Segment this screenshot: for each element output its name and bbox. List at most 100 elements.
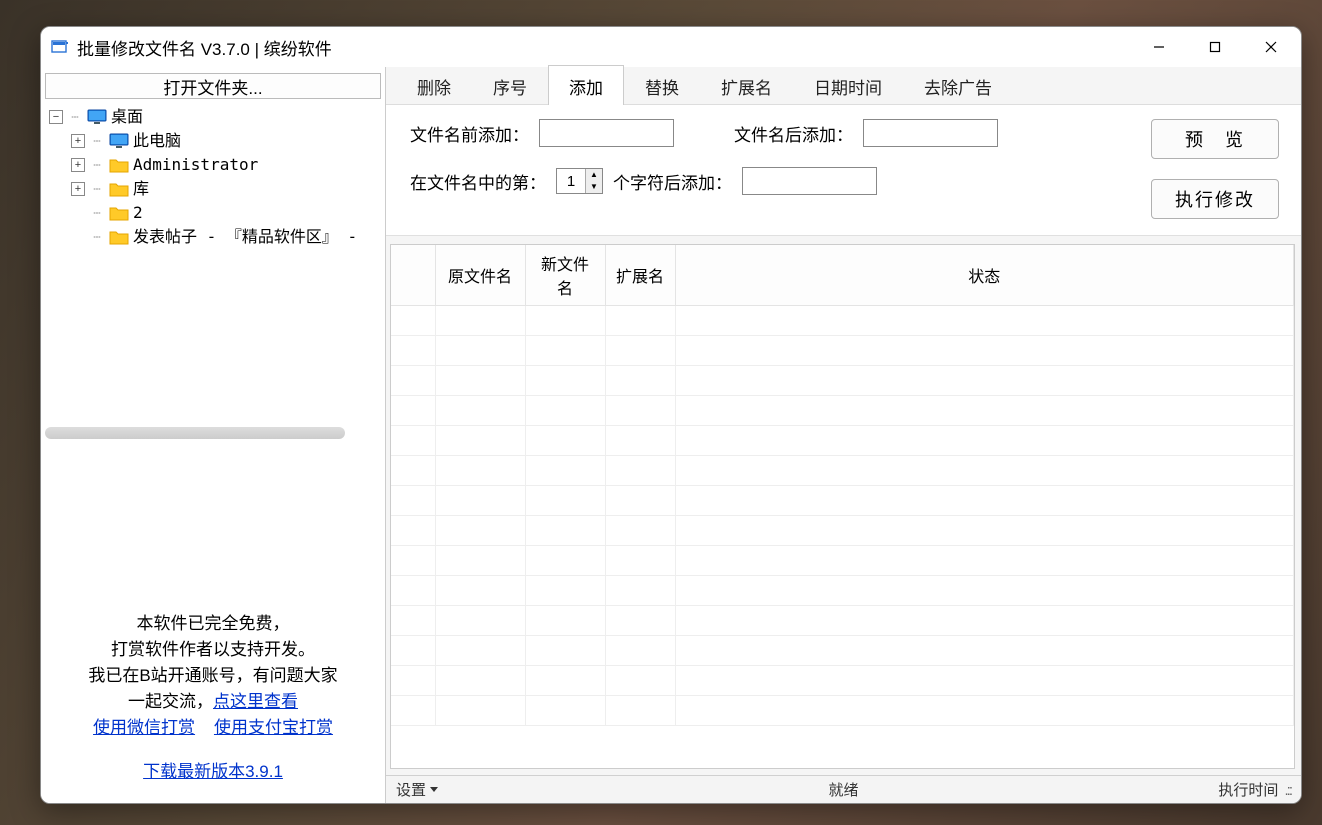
- tree-item-5[interactable]: ┄ 发表帖子 - 『精品软件区』 -: [43, 225, 383, 249]
- tree-item-label: 此电脑: [133, 129, 181, 153]
- preview-button[interactable]: 预 览: [1151, 119, 1279, 159]
- tab-date[interactable]: 日期时间: [793, 65, 903, 105]
- tab-bar: 删除序号添加替换扩展名日期时间去除广告: [386, 67, 1301, 105]
- col-header-1[interactable]: 原文件名: [435, 245, 525, 306]
- close-button[interactable]: [1243, 29, 1299, 65]
- tree-expand-icon[interactable]: +: [71, 182, 85, 196]
- file-grid[interactable]: 原文件名新文件名扩展名状态: [390, 244, 1295, 769]
- table-header-row: 原文件名新文件名扩展名状态: [391, 245, 1294, 306]
- status-bar: 设置 就绪 执行时间 .::: [386, 775, 1301, 803]
- col-header-0[interactable]: [391, 245, 435, 306]
- tree-item-label: Administrator: [133, 153, 258, 177]
- folder-icon: [109, 204, 129, 222]
- table-row[interactable]: [391, 336, 1294, 366]
- link-donate-wechat[interactable]: 使用微信打赏: [93, 718, 195, 737]
- tree-connector-icon: ┄: [65, 105, 85, 129]
- tree-item-label: 发表帖子 - 『精品软件区』 -: [133, 225, 357, 249]
- maximize-button[interactable]: [1187, 29, 1243, 65]
- table-row[interactable]: [391, 696, 1294, 726]
- monitor-icon: [109, 132, 129, 150]
- insert-pos-label: 在文件名中的第：: [410, 169, 546, 194]
- tree-item-2[interactable]: +┄ Administrator: [43, 153, 383, 177]
- tree-item-0[interactable]: −┄ 桌面: [43, 105, 383, 129]
- promo-line2: 打赏软件作者以支持开发。: [45, 637, 381, 663]
- folder-icon: [109, 180, 129, 198]
- app-window: 批量修改文件名 V3.7.0 | 缤纷软件 打开文件夹... −┄桌面+┄此电脑…: [40, 26, 1302, 804]
- tree-expand-icon[interactable]: +: [71, 134, 85, 148]
- horizontal-scrollbar[interactable]: [45, 427, 345, 439]
- tree-item-label: 2: [133, 201, 143, 225]
- prefix-label: 文件名前添加：: [410, 121, 529, 146]
- window-title: 批量修改文件名 V3.7.0 | 缤纷软件: [77, 35, 332, 60]
- add-tab-panel: 文件名前添加： 文件名后添加： 在文件名中的第： ▲ ▼: [386, 105, 1301, 236]
- settings-label: 设置: [396, 779, 426, 800]
- insert-position-input[interactable]: [557, 169, 585, 193]
- exec-time-label: 执行时间 .::: [1218, 779, 1291, 800]
- tree-connector-icon: ┄: [87, 201, 107, 225]
- table-row[interactable]: [391, 636, 1294, 666]
- tree-connector-icon: ┄: [87, 129, 107, 153]
- tab-ads[interactable]: 去除广告: [903, 65, 1013, 105]
- minimize-button[interactable]: [1131, 29, 1187, 65]
- window-controls: [1131, 29, 1299, 65]
- suffix-input[interactable]: [863, 119, 998, 147]
- monitor-icon: [87, 108, 107, 126]
- settings-menu[interactable]: 设置: [396, 779, 438, 800]
- spin-down-icon[interactable]: ▼: [586, 181, 602, 193]
- table-row[interactable]: [391, 606, 1294, 636]
- tree-item-1[interactable]: +┄ 此电脑: [43, 129, 383, 153]
- tree-connector-icon: ┄: [87, 225, 107, 249]
- table-row[interactable]: [391, 456, 1294, 486]
- table-row[interactable]: [391, 366, 1294, 396]
- tree-item-label: 库: [133, 177, 149, 201]
- insert-after-label: 个字符后添加：: [613, 169, 732, 194]
- promo-line1: 本软件已完全免费，: [45, 611, 381, 637]
- link-donate-alipay[interactable]: 使用支付宝打赏: [214, 718, 333, 737]
- insert-text-input[interactable]: [742, 167, 877, 195]
- promo-line3b: 一起交流，: [128, 692, 213, 711]
- right-panel: 删除序号添加替换扩展名日期时间去除广告 文件名前添加： 文件名后添加： 在文件名…: [386, 67, 1301, 803]
- app-icon: [51, 39, 69, 55]
- table-row[interactable]: [391, 516, 1294, 546]
- tree-connector-icon: ┄: [87, 177, 107, 201]
- link-view-bilibili[interactable]: 点这里查看: [213, 692, 298, 711]
- table-row[interactable]: [391, 486, 1294, 516]
- open-folder-button[interactable]: 打开文件夹...: [45, 73, 381, 99]
- promo-line3a: 我已在B站开通账号，有问题大家: [88, 666, 337, 685]
- tree-collapse-icon[interactable]: −: [49, 110, 63, 124]
- tab-delete[interactable]: 删除: [396, 65, 472, 105]
- folder-icon: [109, 156, 129, 174]
- col-header-2[interactable]: 新文件名: [525, 245, 605, 306]
- tab-ext[interactable]: 扩展名: [700, 65, 793, 105]
- tree-item-3[interactable]: +┄ 库: [43, 177, 383, 201]
- folder-tree[interactable]: −┄桌面+┄此电脑+┄Administrator+┄库┄2┄发表帖子 - 『精品…: [41, 103, 385, 423]
- tree-item-label: 桌面: [111, 105, 143, 129]
- table-row[interactable]: [391, 546, 1294, 576]
- tree-expand-icon[interactable]: +: [71, 158, 85, 172]
- file-table: 原文件名新文件名扩展名状态: [391, 245, 1294, 726]
- folder-icon: [109, 228, 129, 246]
- left-panel: 打开文件夹... −┄桌面+┄此电脑+┄Administrator+┄库┄2┄发…: [41, 67, 386, 803]
- tree-connector-icon: ┄: [87, 153, 107, 177]
- tab-number[interactable]: 序号: [472, 65, 548, 105]
- titlebar: 批量修改文件名 V3.7.0 | 缤纷软件: [41, 27, 1301, 67]
- suffix-label: 文件名后添加：: [734, 121, 853, 146]
- status-ready: 就绪: [828, 779, 858, 800]
- spin-up-icon[interactable]: ▲: [586, 169, 602, 181]
- tree-item-4[interactable]: ┄2: [43, 201, 383, 225]
- col-header-3[interactable]: 扩展名: [605, 245, 675, 306]
- link-download-latest[interactable]: 下载最新版本3.9.1: [143, 762, 283, 781]
- execute-button[interactable]: 执行修改: [1151, 179, 1279, 219]
- tab-replace[interactable]: 替换: [624, 65, 700, 105]
- table-row[interactable]: [391, 576, 1294, 606]
- table-row[interactable]: [391, 396, 1294, 426]
- table-row[interactable]: [391, 666, 1294, 696]
- col-header-4[interactable]: 状态: [675, 245, 1294, 306]
- resize-grip-icon: .::: [1282, 782, 1291, 799]
- chevron-down-icon: [430, 787, 438, 792]
- table-row[interactable]: [391, 306, 1294, 336]
- insert-position-spinner[interactable]: ▲ ▼: [556, 168, 603, 194]
- tab-add[interactable]: 添加: [548, 65, 624, 105]
- prefix-input[interactable]: [539, 119, 674, 147]
- table-row[interactable]: [391, 426, 1294, 456]
